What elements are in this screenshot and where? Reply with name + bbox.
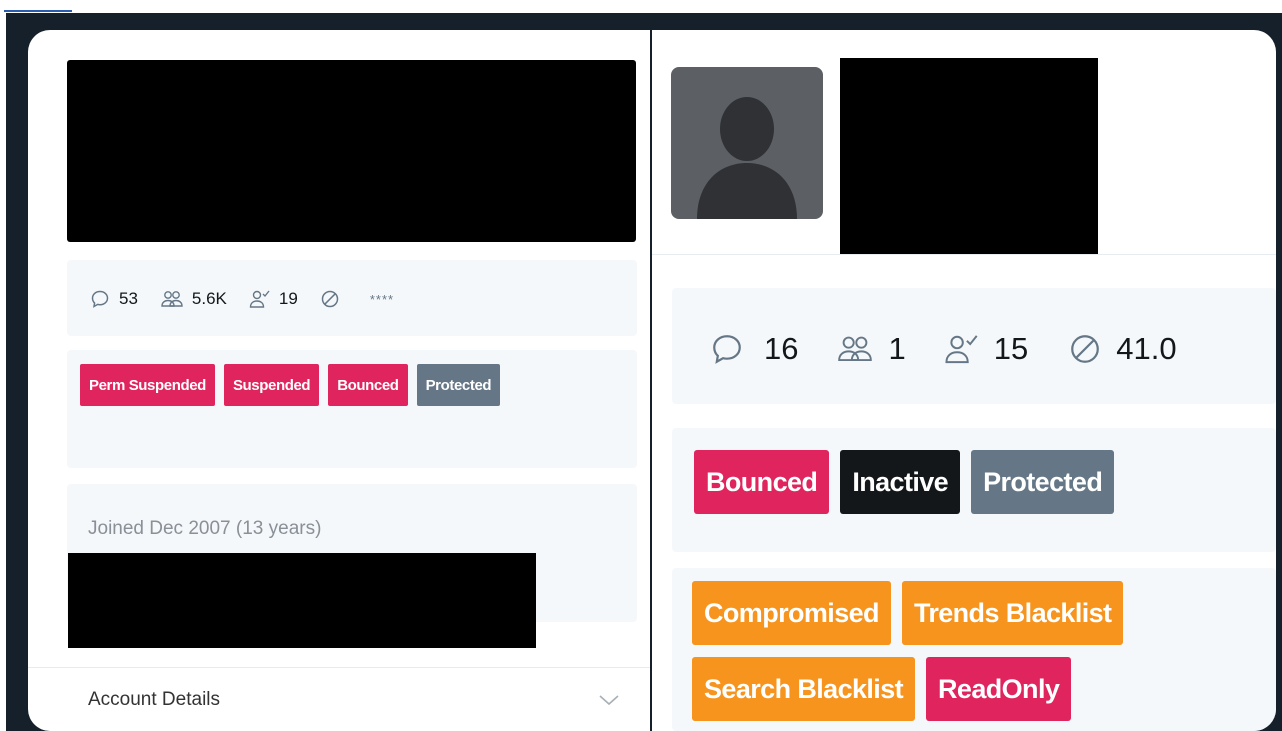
following-stat: 19 [249, 289, 298, 309]
followers-icon [161, 291, 183, 307]
following-count: 19 [278, 289, 298, 308]
status-badges: Perm Suspended Suspended Bounced Protect… [80, 364, 540, 406]
avatar [671, 67, 823, 219]
left-account-card: 53 5.6K 19 **** Perm Suspended Suspended… [28, 30, 650, 731]
badge-readonly: ReadOnly [926, 657, 1072, 721]
redacted-header-banner [67, 60, 636, 242]
badge-bounced: Bounced [328, 364, 408, 406]
replies-stat: 53 [90, 289, 138, 309]
screenshot-frame: 53 5.6K 19 **** Perm Suspended Suspended… [6, 13, 1282, 731]
followers-icon [838, 336, 873, 362]
top-link[interactable] [4, 0, 72, 12]
chevron-down-icon [599, 694, 619, 705]
blocked-stat: **** [320, 289, 394, 309]
badge-search-blacklist: Search Blacklist [692, 657, 916, 721]
badge-protected: Protected [971, 450, 1115, 514]
blocked-icon [321, 290, 339, 308]
following-icon [945, 335, 978, 364]
badge-suspended: Suspended [223, 364, 320, 406]
joined-date: Joined Dec 2007 (13 years) [88, 518, 322, 539]
comment-icon [91, 290, 109, 308]
followers-count: 5.6K [191, 289, 227, 308]
badge-trends-blacklist: Trends Blacklist [901, 581, 1124, 645]
account-details-toggle[interactable]: Account Details [28, 667, 650, 731]
badge-perm-suspended: Perm Suspended [80, 364, 215, 406]
following-icon [249, 290, 270, 308]
comment-icon [713, 335, 741, 364]
blocked-count: **** [369, 291, 395, 307]
status-badges-primary: Bounced Inactive Protected [694, 450, 1115, 514]
followers-count: 1 [888, 331, 906, 366]
badge-protected: Protected [416, 364, 501, 406]
restriction-badges: Compromised Trends Blacklist Search Blac… [692, 581, 1232, 721]
followers-stat: 1 [836, 331, 906, 367]
following-stat: 15 [944, 331, 1028, 367]
redacted-profile-info [840, 58, 1098, 254]
replies-stat: 16 [710, 331, 798, 367]
stats-row: 53 5.6K 19 **** [90, 286, 394, 312]
followers-stat: 5.6K [160, 289, 227, 309]
replies-count: 16 [764, 331, 799, 366]
badge-bounced: Bounced [694, 450, 830, 514]
redacted-details [68, 553, 536, 648]
right-account-card: 16 1 15 41.0 Bounced Inactive Protected … [652, 30, 1276, 731]
badge-compromised: Compromised [692, 581, 891, 645]
stats-row: 16 1 15 41.0 [710, 329, 1177, 369]
blocked-count: 41.0 [1116, 331, 1177, 366]
following-count: 15 [993, 331, 1029, 366]
blocked-icon [1071, 335, 1100, 363]
blocked-stat: 41.0 [1068, 331, 1177, 367]
default-avatar-icon [697, 97, 797, 219]
account-details-label: Account Details [88, 688, 221, 710]
badge-inactive: Inactive [840, 450, 961, 514]
replies-count: 53 [119, 289, 138, 308]
header-divider [652, 254, 1276, 255]
